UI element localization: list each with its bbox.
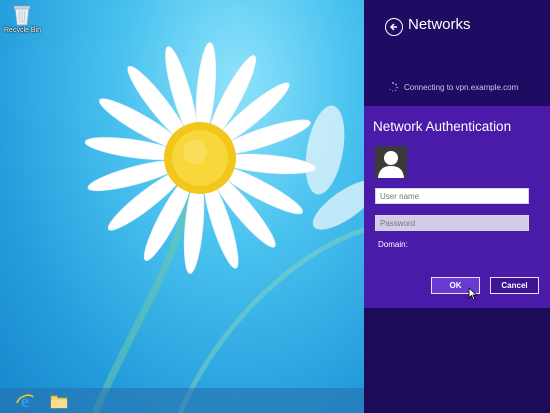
- password-field[interactable]: [375, 215, 529, 231]
- user-avatar: [375, 146, 407, 178]
- networks-pane-lower: [364, 308, 550, 413]
- mouse-cursor-icon: [468, 287, 478, 301]
- username-field[interactable]: [375, 188, 529, 204]
- connection-status-text: Connecting to vpn.example.com: [404, 82, 519, 92]
- taskbar-file-explorer[interactable]: [44, 388, 74, 413]
- user-icon: [378, 151, 404, 178]
- recycle-bin-icon: [13, 5, 31, 26]
- networks-header: Networks Connecting to vpn.example.com: [364, 0, 550, 106]
- back-button[interactable]: [385, 18, 403, 36]
- connection-status: Connecting to vpn.example.com: [388, 82, 518, 92]
- recycle-bin-label: Recycle Bin: [4, 27, 41, 34]
- wallpaper-flower: [84, 42, 364, 413]
- auth-title: Network Authentication: [373, 119, 512, 134]
- internet-explorer-icon: e: [16, 392, 34, 410]
- back-arrow-icon: [389, 23, 397, 31]
- recycle-bin[interactable]: Recycle Bin: [4, 4, 41, 34]
- domain-label: Domain:: [378, 240, 408, 249]
- network-authentication-panel: Network Authentication Domain: OK Cancel: [364, 106, 550, 308]
- taskbar-internet-explorer[interactable]: e: [10, 388, 40, 413]
- desktop: Recycle Bin e: [0, 0, 364, 413]
- pane-title: Networks: [408, 16, 471, 33]
- taskbar: e: [0, 388, 364, 413]
- loading-spinner-icon: [389, 82, 398, 92]
- cancel-button[interactable]: Cancel: [490, 277, 539, 294]
- folder-icon: [50, 395, 68, 408]
